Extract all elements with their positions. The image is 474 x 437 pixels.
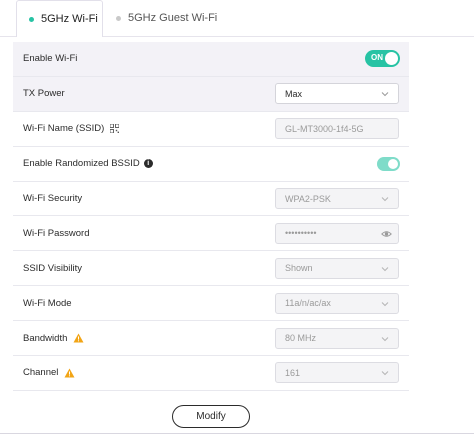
wifi-mode-select[interactable]: 11a/n/ac/ax [275, 292, 399, 314]
wifi-mode-value: 11a/n/ac/ax [285, 298, 331, 309]
wifi-settings-panel: Enable Wi-Fi ON TX Power Max Wi-Fi Name … [13, 42, 409, 391]
enable-wifi-label: Enable Wi-Fi [23, 53, 78, 65]
tab-bar: 5GHz Wi-Fi 5GHz Guest Wi-Fi [0, 0, 474, 37]
eye-icon[interactable] [381, 229, 392, 239]
bandwidth-label: Bandwidth [23, 332, 68, 344]
bandwidth-value: 80 MHz [285, 333, 317, 344]
qr-code-icon[interactable] [110, 124, 120, 134]
chevron-down-icon [381, 92, 389, 97]
tab-5ghz-wifi[interactable]: 5GHz Wi-Fi [16, 0, 103, 37]
wifi-password-value: •••••••••• [285, 228, 317, 239]
channel-value: 161 [285, 367, 301, 378]
row-ssid: Wi-Fi Name (SSID) GL-MT3000-1f4-5G [13, 112, 409, 147]
bottom-divider [0, 433, 474, 434]
active-dot-icon [29, 16, 34, 22]
row-wifi-mode: Wi-Fi Mode 11a/n/ac/ax [13, 286, 409, 322]
chevron-down-icon [381, 301, 389, 306]
inactive-dot-icon [116, 15, 121, 21]
warning-icon[interactable] [73, 333, 84, 343]
info-icon[interactable]: i [143, 159, 153, 169]
modify-button[interactable]: Modify [172, 405, 250, 428]
tx-power-label: TX Power [23, 88, 65, 100]
chevron-down-icon [381, 197, 389, 202]
randomized-bssid-toggle[interactable] [377, 156, 400, 171]
randomized-bssid-label: Enable Randomized BSSID [23, 158, 140, 170]
toggle-knob [388, 158, 398, 169]
randomized-bssid-label-wrap: Enable Randomized BSSID i [23, 158, 153, 169]
tab-label: 5GHz Wi-Fi [41, 13, 98, 25]
channel-label-wrap: Channel [23, 367, 75, 378]
channel-select[interactable]: 161 [275, 362, 399, 384]
row-enable-wifi: Enable Wi-Fi ON [13, 42, 409, 77]
wifi-mode-label: Wi-Fi Mode [23, 297, 72, 309]
wifi-password-label: Wi-Fi Password [23, 227, 90, 239]
toggle-knob [385, 52, 398, 66]
tx-power-value: Max [285, 88, 303, 99]
warning-icon[interactable] [64, 368, 75, 378]
row-bandwidth: Bandwidth 80 MHz [13, 321, 409, 357]
wifi-password-input[interactable]: •••••••••• [275, 222, 399, 244]
row-randomized-bssid: Enable Randomized BSSID i [13, 147, 409, 182]
wifi-security-value: WPA2-PSK [285, 193, 331, 204]
channel-label: Channel [23, 367, 59, 379]
row-channel: Channel 161 [13, 356, 409, 391]
ssid-visibility-select[interactable]: Shown [275, 257, 399, 279]
row-tx-power: TX Power Max [13, 76, 409, 112]
toggle-text: ON [371, 53, 383, 63]
wifi-security-label: Wi-Fi Security [23, 193, 83, 204]
ssid-input[interactable]: GL-MT3000-1f4-5G [275, 118, 399, 140]
row-ssid-visibility: SSID Visibility Shown [13, 251, 409, 287]
enable-wifi-toggle[interactable]: ON [365, 50, 400, 68]
chevron-down-icon [381, 266, 389, 271]
ssid-visibility-value: Shown [285, 263, 313, 274]
ssid-label-wrap: Wi-Fi Name (SSID) [23, 123, 120, 135]
ssid-label: Wi-Fi Name (SSID) [23, 123, 105, 135]
row-wifi-security: Wi-Fi Security WPA2-PSK [13, 182, 409, 217]
bandwidth-select[interactable]: 80 MHz [275, 327, 399, 349]
tab-5ghz-guest-wifi[interactable]: 5GHz Guest Wi-Fi [112, 0, 217, 36]
wifi-security-select[interactable]: WPA2-PSK [275, 188, 399, 209]
ssid-visibility-label: SSID Visibility [23, 262, 82, 274]
chevron-down-icon [381, 336, 389, 341]
bandwidth-label-wrap: Bandwidth [23, 333, 84, 344]
row-wifi-password: Wi-Fi Password •••••••••• [13, 216, 409, 252]
tab-label: 5GHz Guest Wi-Fi [128, 12, 218, 24]
ssid-value: GL-MT3000-1f4-5G [285, 123, 364, 134]
chevron-down-icon [381, 371, 389, 376]
tx-power-select[interactable]: Max [275, 83, 399, 105]
